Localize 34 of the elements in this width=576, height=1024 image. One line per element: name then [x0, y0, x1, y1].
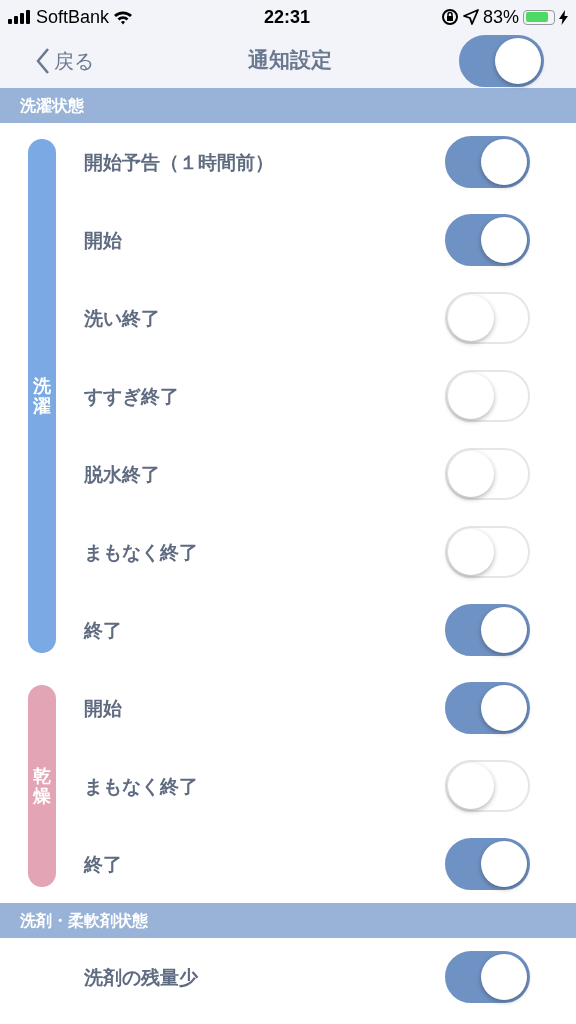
setting-label: 開始予告（１時間前） [84, 149, 274, 175]
notification-toggle[interactable] [445, 604, 530, 656]
notification-toggle[interactable] [445, 682, 530, 734]
setting-label: 終了 [84, 851, 122, 877]
setting-label: 終了 [84, 617, 122, 643]
back-button[interactable]: 戻る [36, 46, 166, 76]
group-label: 乾燥 [28, 685, 56, 887]
setting-label: 開始 [84, 695, 122, 721]
wifi-icon [113, 9, 134, 25]
rotation-lock-icon [440, 8, 459, 26]
setting-label: 脱水終了 [84, 461, 160, 487]
setting-label: すすぎ終了 [84, 383, 179, 409]
master-toggle[interactable] [459, 35, 544, 87]
section-header: 洗剤・柔軟剤状態 [0, 903, 576, 938]
notification-toggle[interactable] [445, 214, 530, 266]
setting-label: まもなく終了 [84, 773, 198, 799]
signal-icon [8, 10, 32, 24]
group-label: 洗濯 [28, 139, 56, 653]
battery-percent: 83% [482, 5, 519, 29]
setting-label: まもなく終了 [84, 539, 198, 565]
setting-label: 洗い終了 [84, 305, 160, 331]
carrier-name: SoftBank [36, 5, 110, 29]
notification-toggle[interactable] [445, 136, 530, 188]
page-title: 通知設定 [248, 47, 332, 75]
notification-toggle[interactable] [445, 951, 530, 1003]
location-icon [462, 9, 479, 25]
clock-time: 22:31 [264, 5, 311, 29]
charging-icon [559, 9, 568, 25]
setting-label: 開始 [84, 227, 122, 253]
battery-icon [523, 9, 555, 25]
section-header: 洗濯状態 [0, 88, 576, 123]
setting-label: 洗剤の残量少 [84, 964, 198, 990]
chevron-left-icon [36, 47, 50, 75]
notification-toggle[interactable] [445, 838, 530, 890]
